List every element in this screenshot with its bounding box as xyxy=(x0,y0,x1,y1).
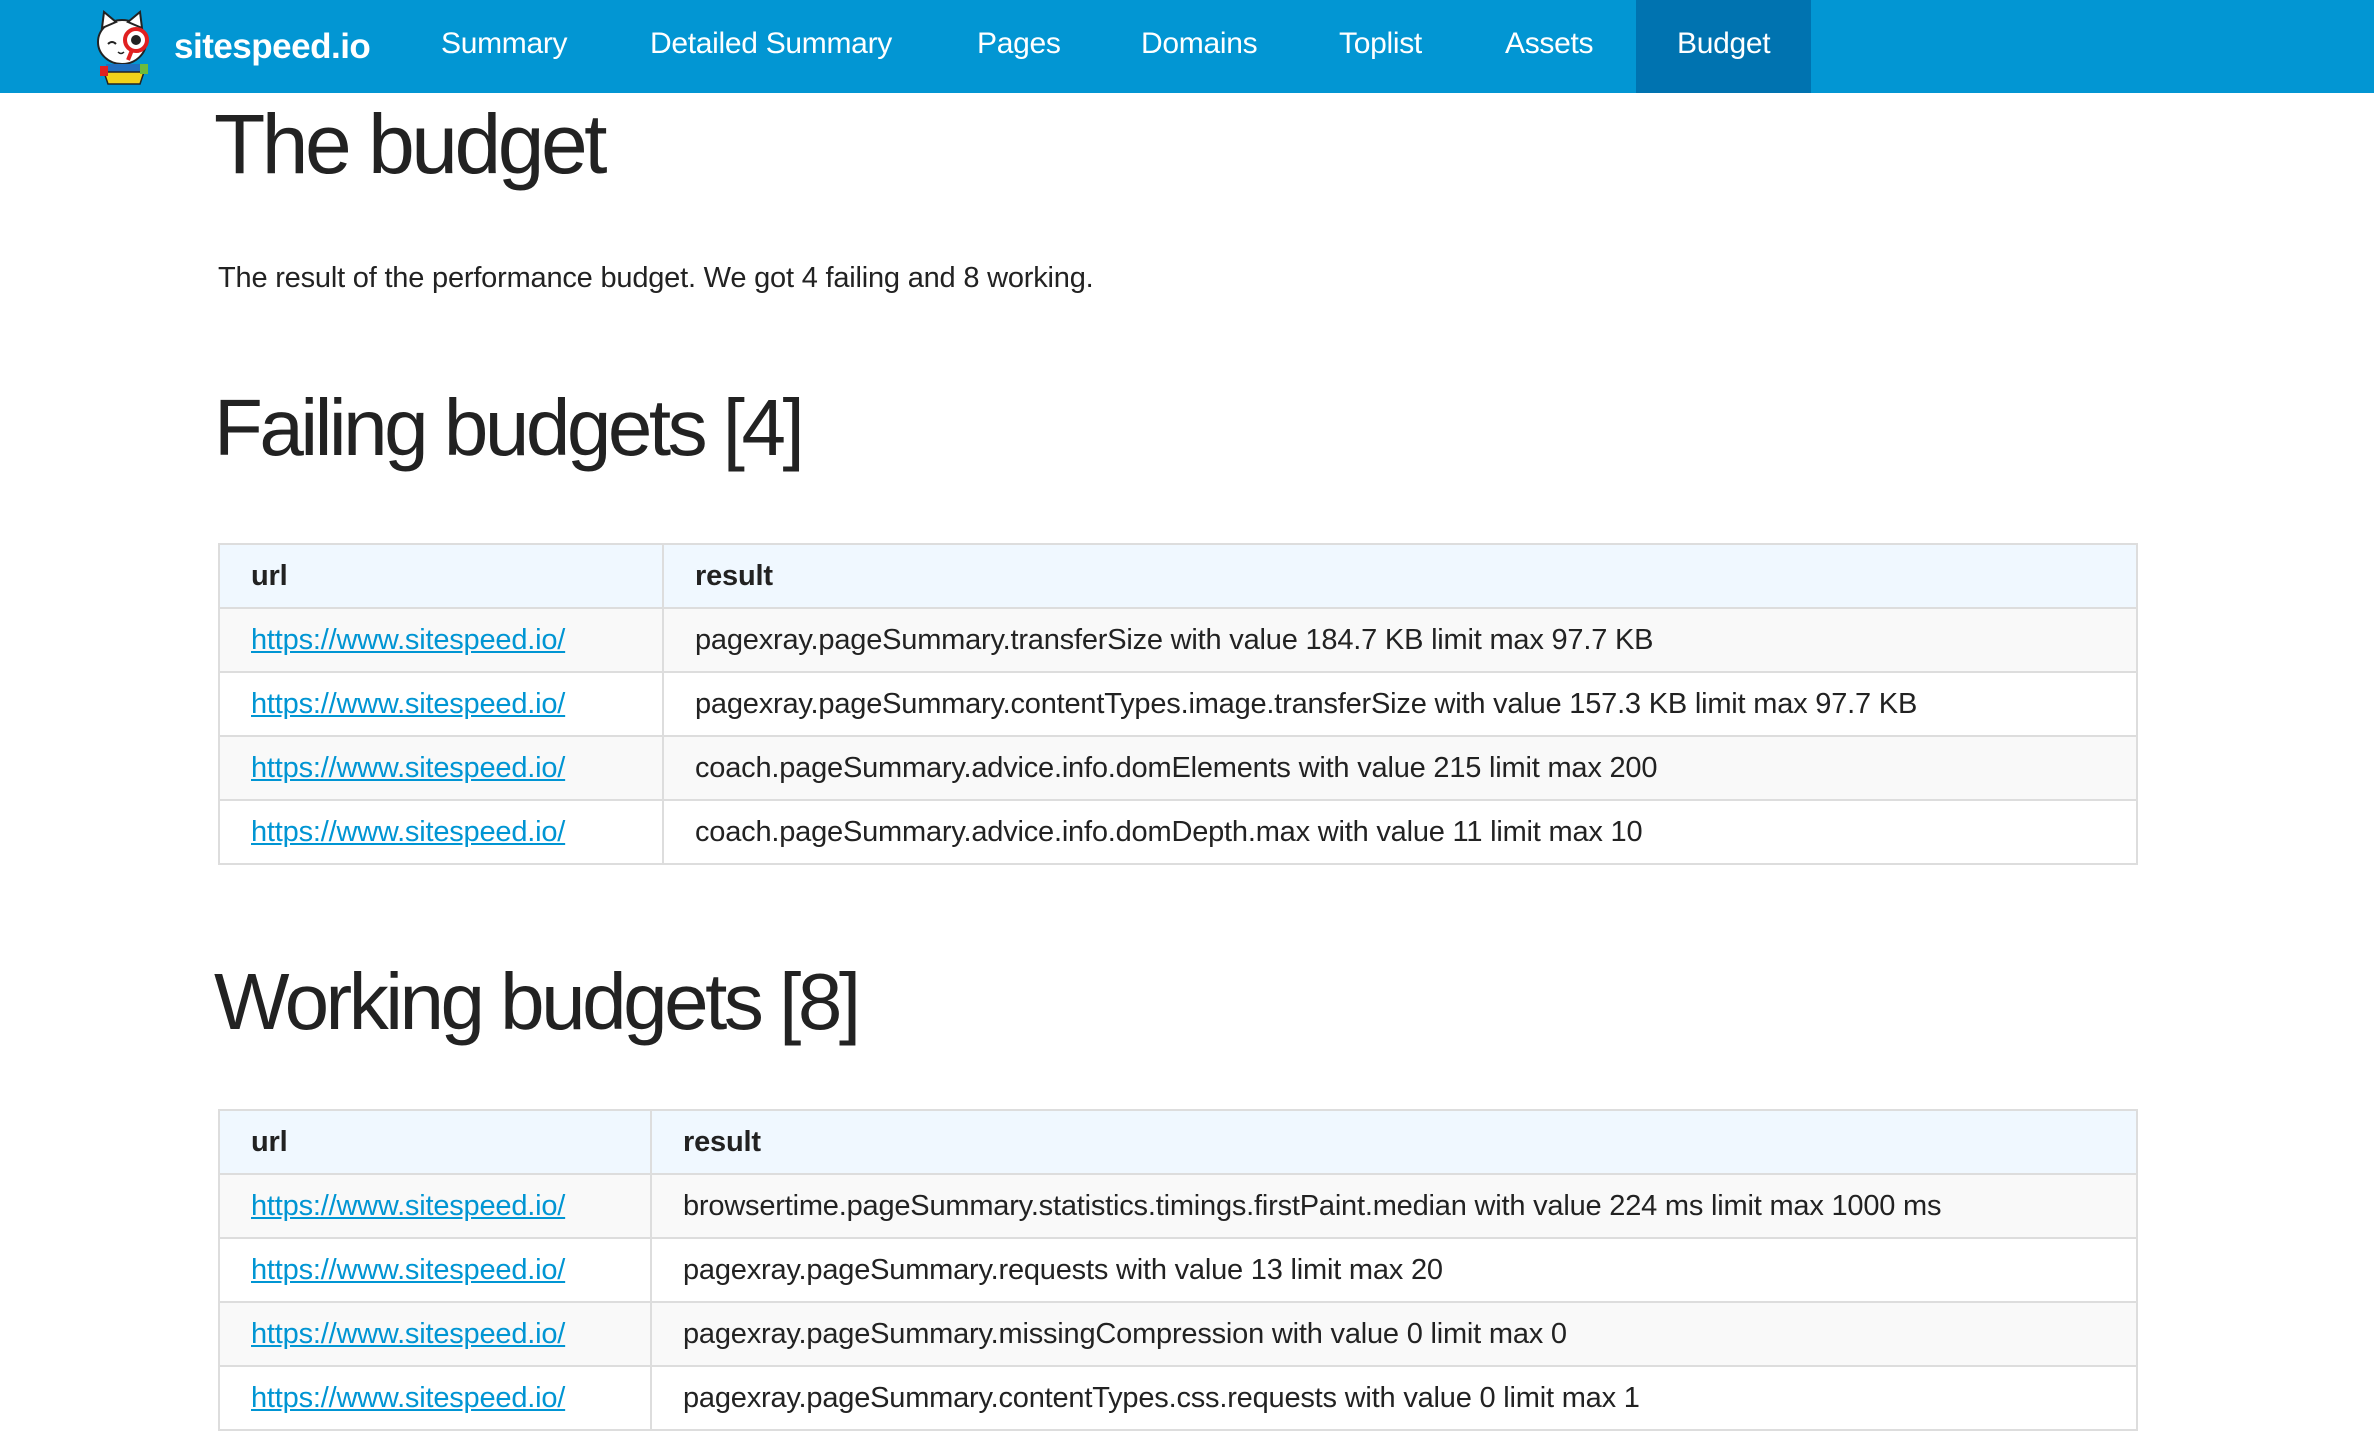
brand-name: sitespeed.io xyxy=(174,26,371,66)
table-row: https://www.sitespeed.io/ coach.pageSumm… xyxy=(218,735,2138,801)
column-header-result: result xyxy=(650,1109,2138,1175)
nav-item-pages[interactable]: Pages xyxy=(977,0,1061,93)
budget-result: pagexray.pageSummary.requests with value… xyxy=(650,1237,2138,1303)
budget-result: coach.pageSummary.advice.info.domDepth.m… xyxy=(662,799,2138,865)
table-row: https://www.sitespeed.io/ pagexray.pageS… xyxy=(218,671,2138,737)
page-url-link[interactable]: https://www.sitespeed.io/ xyxy=(251,1190,565,1222)
budget-result: browsertime.pageSummary.statistics.timin… xyxy=(650,1173,2138,1239)
working-budgets-table: url result https://www.sitespeed.io/ bro… xyxy=(218,1109,2138,1431)
sitespeed-cat-logo-icon xyxy=(97,9,149,85)
table-row: https://www.sitespeed.io/ pagexray.pageS… xyxy=(218,607,2138,673)
table-header-row: url result xyxy=(218,543,2138,609)
page-url-link[interactable]: https://www.sitespeed.io/ xyxy=(251,752,565,784)
nav-item-domains[interactable]: Domains xyxy=(1141,0,1258,93)
budget-result: pagexray.pageSummary.missingCompression … xyxy=(650,1301,2138,1367)
nav-item-summary[interactable]: Summary xyxy=(441,0,568,93)
budget-result: pagexray.pageSummary.contentTypes.image.… xyxy=(662,671,2138,737)
column-header-url: url xyxy=(218,1109,652,1175)
table-row: https://www.sitespeed.io/ pagexray.pageS… xyxy=(218,1301,2138,1367)
column-header-url: url xyxy=(218,543,664,609)
page-url-link[interactable]: https://www.sitespeed.io/ xyxy=(251,688,565,720)
page-url-link[interactable]: https://www.sitespeed.io/ xyxy=(251,1382,565,1414)
brand-link[interactable]: sitespeed.io xyxy=(92,0,371,93)
column-header-result: result xyxy=(662,543,2138,609)
budget-result: pagexray.pageSummary.transferSize with v… xyxy=(662,607,2138,673)
page-url-link[interactable]: https://www.sitespeed.io/ xyxy=(251,1254,565,1286)
page-url-link[interactable]: https://www.sitespeed.io/ xyxy=(251,1318,565,1350)
table-row: https://www.sitespeed.io/ pagexray.pageS… xyxy=(218,1237,2138,1303)
failing-budgets-table: url result https://www.sitespeed.io/ pag… xyxy=(218,543,2138,865)
nav-item-detailed-summary[interactable]: Detailed Summary xyxy=(650,0,892,93)
nav-item-budget[interactable]: Budget xyxy=(1636,0,1812,93)
top-navbar: sitespeed.io Summary Detailed Summary Pa… xyxy=(0,0,2374,93)
page-url-link[interactable]: https://www.sitespeed.io/ xyxy=(251,816,565,848)
page-url-link[interactable]: https://www.sitespeed.io/ xyxy=(251,624,565,656)
table-row: https://www.sitespeed.io/ coach.pageSumm… xyxy=(218,799,2138,865)
budget-result: coach.pageSummary.advice.info.domElement… xyxy=(662,735,2138,801)
page-title: The budget xyxy=(214,97,608,191)
working-budgets-heading: Working budgets [8] xyxy=(214,957,861,1046)
budget-summary-text: The result of the performance budget. We… xyxy=(218,262,1094,294)
table-header-row: url result xyxy=(218,1109,2138,1175)
nav-item-toplist[interactable]: Toplist xyxy=(1339,0,1422,93)
table-row: https://www.sitespeed.io/ pagexray.pageS… xyxy=(218,1365,2138,1431)
nav-item-assets[interactable]: Assets xyxy=(1505,0,1594,93)
budget-result: pagexray.pageSummary.contentTypes.css.re… xyxy=(650,1365,2138,1431)
table-row: https://www.sitespeed.io/ browsertime.pa… xyxy=(218,1173,2138,1239)
failing-budgets-heading: Failing budgets [4] xyxy=(214,383,805,472)
